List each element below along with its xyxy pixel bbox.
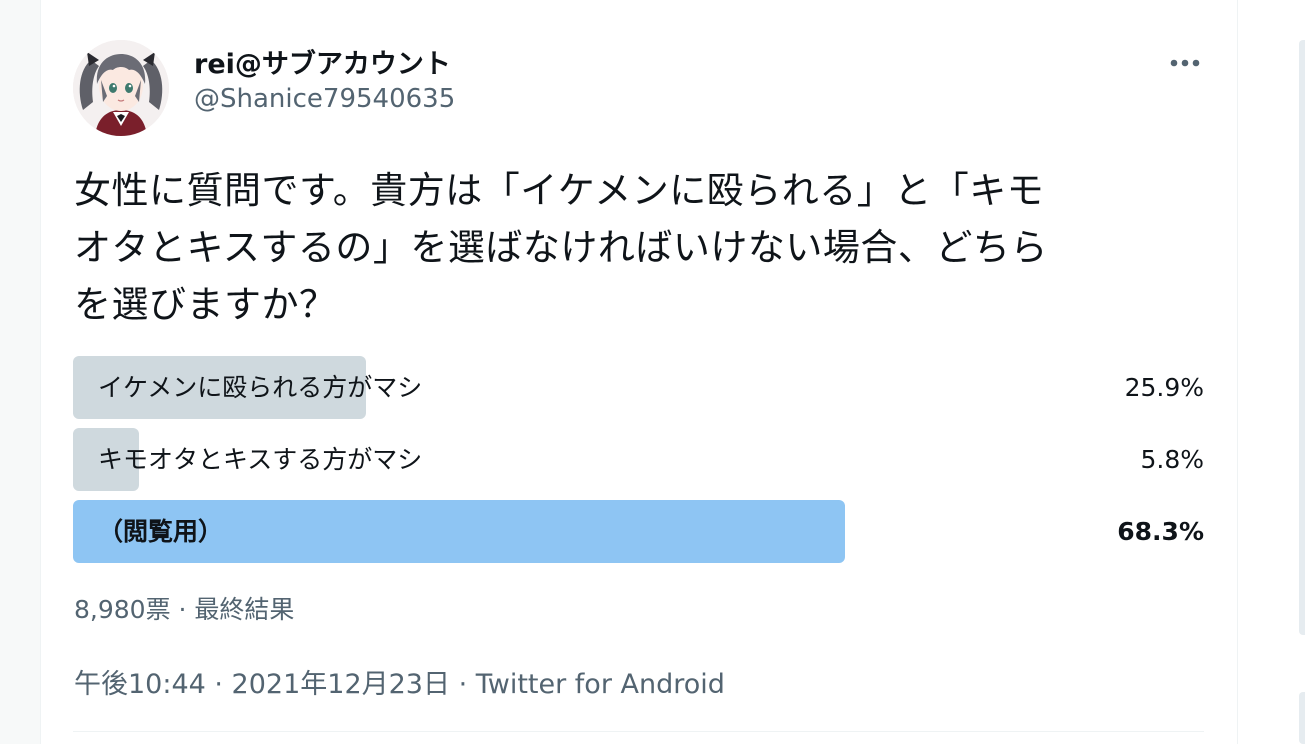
poll-meta: 8,980票 · 最終結果 — [74, 595, 295, 624]
tweet-text-line: 女性に質問です。貴方は「イケメンに殴られる」と「キモ — [74, 169, 1045, 212]
more-options-button[interactable] — [1160, 46, 1210, 80]
poll-option-percent: 68.3% — [1117, 517, 1204, 546]
poll-option-label: （閲覧用） — [98, 517, 224, 546]
more-horizontal-icon — [1170, 59, 1200, 67]
tweet-text-line: を選びますか？ — [74, 283, 337, 326]
poll-option: （閲覧用） 68.3% — [73, 500, 1204, 563]
tweet-timestamp[interactable]: 午後10:44 · 2021年12月23日 · Twitter for Andr… — [74, 662, 725, 701]
avatar-image — [73, 40, 169, 136]
edge-panel — [1299, 40, 1305, 635]
user-handle[interactable]: @Shanice79540635 — [194, 84, 455, 114]
right-edge — [1238, 0, 1305, 744]
poll-option: イケメンに殴られる方がマシ 25.9% — [73, 356, 1204, 419]
poll-option-label: キモオタとキスする方がマシ — [98, 445, 423, 474]
page: rei@サブアカウント @Shanice79540635 女性に質問です。貴方は… — [0, 0, 1305, 744]
display-name[interactable]: rei@サブアカウント — [194, 42, 451, 81]
divider — [73, 731, 1204, 732]
poll-option-percent: 5.8% — [1140, 445, 1204, 474]
edge-panel — [1299, 692, 1305, 744]
poll-option-label: イケメンに殴られる方がマシ — [98, 373, 423, 402]
poll-option-percent: 25.9% — [1124, 373, 1204, 402]
poll-option: キモオタとキスする方がマシ 5.8% — [73, 428, 1204, 491]
tweet-text: 女性に質問です。貴方は「イケメンに殴られる」と「キモ オタとキスするの」を選ばな… — [74, 162, 1214, 333]
avatar[interactable] — [73, 40, 169, 136]
tweet-text-line: オタとキスするの」を選ばなければいけない場合、どちら — [74, 226, 1048, 269]
